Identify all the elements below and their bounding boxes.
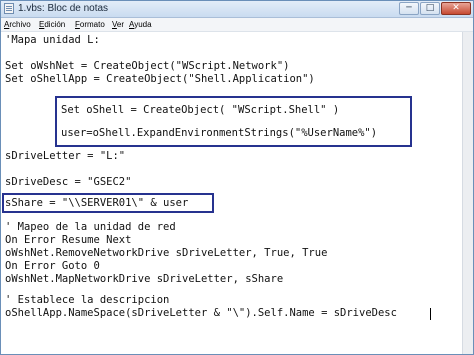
code-line: Set oWshNet = CreateObject("WScript.Netw… [5, 60, 290, 72]
vertical-scrollbar[interactable] [462, 32, 473, 354]
close-button[interactable]: ✕ [441, 2, 471, 15]
code-line: 'Mapa unidad L: [5, 34, 100, 46]
code-line: oShellApp.NameSpace(sDriveLetter & "\").… [5, 307, 397, 319]
title-bar[interactable]: 1.vbs: Bloc de notas ─ □ ✕ [1, 1, 473, 18]
maximize-button[interactable]: □ [420, 2, 440, 15]
menu-archivo[interactable]: Archivo [4, 18, 31, 31]
window-title: 1.vbs: Bloc de notas [18, 3, 109, 14]
menu-formato[interactable]: Formato [75, 18, 105, 31]
code-line: ' Establece la descripcion [5, 294, 170, 306]
text-editor[interactable]: 'Mapa unidad L: Set oWshNet = CreateObje… [1, 32, 463, 354]
notepad-window: 1.vbs: Bloc de notas ─ □ ✕ Archivo Edici… [0, 0, 474, 355]
code-line: oWshNet.RemoveNetworkDrive sDriveLetter,… [5, 247, 328, 259]
code-line: Set oShellApp = CreateObject("Shell.Appl… [5, 73, 315, 85]
code-line: sShare = "\\SERVER01\" & user [5, 197, 189, 209]
code-line: On Error Goto 0 [5, 260, 100, 272]
code-line: sDriveLetter = "L:" [5, 150, 126, 162]
menu-ver[interactable]: Ver [112, 18, 124, 31]
code-line: Set oShell = CreateObject( "WScript.Shel… [61, 104, 340, 116]
notepad-icon [4, 3, 14, 14]
minimize-button[interactable]: ─ [399, 2, 419, 15]
window-controls: ─ □ ✕ [399, 2, 471, 15]
text-caret [430, 308, 431, 320]
code-line: sDriveDesc = "GSEC2" [5, 176, 132, 188]
code-line: On Error Resume Next [5, 234, 132, 246]
menu-bar: Archivo Edición Formato Ver Ayuda [1, 18, 473, 32]
code-line: ' Mapeo de la unidad de red [5, 221, 176, 233]
code-line: user=oShell.ExpandEnvironmentStrings("%U… [61, 127, 378, 139]
menu-edicion[interactable]: Edición [39, 18, 65, 31]
code-line: oWshNet.MapNetworkDrive sDriveLetter, sS… [5, 273, 284, 285]
menu-ayuda[interactable]: Ayuda [129, 18, 152, 31]
